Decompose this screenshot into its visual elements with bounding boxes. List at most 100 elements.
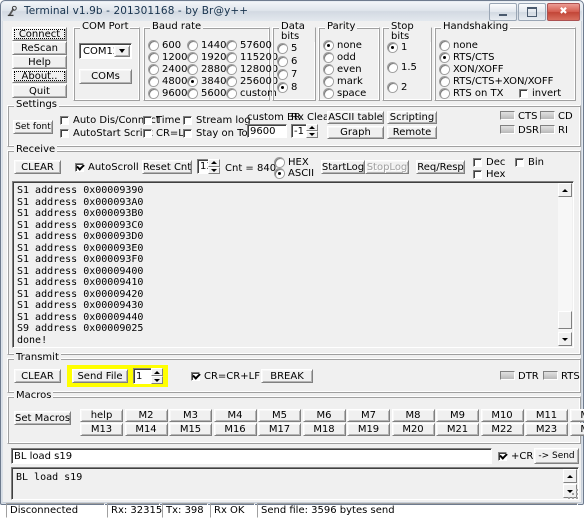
- macro-button-m5[interactable]: M5: [258, 409, 301, 422]
- autoscroll-checkbox[interactable]: AutoScroll: [75, 162, 139, 173]
- spin-up-icon[interactable]: [151, 368, 163, 376]
- handshake-rts-cts-xon-xoff[interactable]: RTS/CTS+XON/XOFF: [440, 76, 553, 87]
- resize-grip[interactable]: [566, 487, 578, 499]
- macro-button-m21[interactable]: M21: [436, 423, 479, 436]
- set-macros-button[interactable]: Set Macros: [14, 411, 71, 425]
- parity-even[interactable]: even: [324, 64, 362, 75]
- baud-57600[interactable]: 57600: [227, 40, 272, 51]
- macro-button-m17[interactable]: M17: [258, 423, 301, 436]
- baud-256000[interactable]: 256000: [227, 76, 278, 87]
- scroll-down-icon[interactable]: [558, 332, 572, 346]
- baud-128000[interactable]: 128000: [227, 64, 278, 75]
- parity-mark[interactable]: mark: [324, 76, 363, 87]
- ascii-table-button[interactable]: ASCII table: [327, 111, 384, 124]
- minimize-button[interactable]: [489, 3, 517, 21]
- macro-button-m23[interactable]: M23: [525, 423, 568, 436]
- handshake-none[interactable]: none: [440, 40, 478, 51]
- coms-button[interactable]: COMs: [79, 69, 132, 84]
- stopbits-2[interactable]: 2: [388, 82, 407, 93]
- rx-clear-spinner[interactable]: [306, 124, 318, 138]
- hex-checkbox[interactable]: Hex: [473, 169, 505, 180]
- macro-button-m16[interactable]: M16: [214, 423, 257, 436]
- repeat-spinner[interactable]: [151, 368, 163, 384]
- custom-br-input[interactable]: 9600: [247, 124, 287, 138]
- baud-4800[interactable]: 4800: [149, 76, 187, 87]
- remote-button[interactable]: Remote: [387, 126, 437, 139]
- quit-button[interactable]: Quit: [12, 84, 67, 98]
- invert-checkbox[interactable]: invert: [519, 88, 561, 99]
- time-checkbox[interactable]: Time: [143, 115, 180, 126]
- parity-none[interactable]: none: [324, 40, 362, 51]
- baud-2400[interactable]: 2400: [149, 64, 187, 75]
- spin-up-icon[interactable]: [208, 159, 220, 167]
- rescan-button[interactable]: ReScan: [12, 41, 67, 55]
- macro-button-m2[interactable]: M2: [125, 409, 168, 422]
- receive-scrollbar[interactable]: [558, 183, 572, 346]
- macro-button-m7[interactable]: M7: [347, 409, 390, 422]
- graph-button[interactable]: Graph: [327, 126, 384, 139]
- scripting-button[interactable]: Scripting: [387, 111, 437, 124]
- macro-button-m24[interactable]: M24: [570, 423, 584, 436]
- startlog-button[interactable]: StartLog: [321, 160, 365, 174]
- req-resp-button[interactable]: Req/Resp: [416, 160, 465, 174]
- scroll-up-icon[interactable]: [558, 183, 572, 197]
- baud-115200[interactable]: 115200: [227, 52, 278, 63]
- close-button[interactable]: ✖: [547, 3, 580, 21]
- parity-space[interactable]: space: [324, 88, 366, 99]
- scroll-up-icon[interactable]: [563, 469, 577, 483]
- macro-button-m3[interactable]: M3: [169, 409, 212, 422]
- receive-textarea[interactable]: S1 address 0x00009390 S1 address 0x00009…: [12, 181, 574, 348]
- chevron-down-icon[interactable]: [114, 45, 130, 57]
- cnt-spinner[interactable]: [208, 159, 220, 174]
- spin-up-icon[interactable]: [306, 124, 318, 131]
- set-font-button[interactable]: Set font: [13, 120, 53, 134]
- scrollbar-thumb[interactable]: [558, 311, 572, 329]
- reset-cnt-button[interactable]: Reset Cnt: [142, 160, 192, 174]
- macro-button-m15[interactable]: M15: [169, 423, 212, 436]
- maximize-button[interactable]: [518, 3, 546, 21]
- baud-custom[interactable]: custom: [227, 88, 277, 99]
- spin-down-icon[interactable]: [151, 376, 163, 384]
- macro-button-m10[interactable]: M10: [481, 409, 524, 422]
- macro-button-m18[interactable]: M18: [303, 423, 346, 436]
- append-cr-checkbox[interactable]: +CR: [498, 451, 533, 462]
- handshake-rts-on-tx[interactable]: RTS on TX: [440, 88, 503, 99]
- macro-button-m12[interactable]: M12: [570, 409, 584, 422]
- transmit-clear-button[interactable]: CLEAR: [14, 369, 61, 383]
- macro-button-m8[interactable]: M8: [392, 409, 435, 422]
- databits-6[interactable]: 6: [278, 56, 297, 67]
- receive-mode-ascii[interactable]: ASCII: [275, 168, 314, 179]
- cr-crlf-checkbox[interactable]: CR=CR+LF: [191, 371, 260, 382]
- macro-button-m20[interactable]: M20: [392, 423, 435, 436]
- handshake-xon-xoff[interactable]: XON/XOFF: [440, 64, 504, 75]
- baud-600[interactable]: 600: [149, 40, 181, 51]
- com-port-select[interactable]: COM12: [79, 43, 132, 59]
- stoplog-button[interactable]: StopLog: [365, 160, 409, 174]
- receive-clear-button[interactable]: CLEAR: [14, 160, 61, 174]
- macro-button-m4[interactable]: M4: [214, 409, 257, 422]
- autostart-script-checkbox[interactable]: AutoStart Script: [60, 128, 153, 139]
- command-input[interactable]: BL load s19: [11, 448, 492, 464]
- break-button[interactable]: BREAK: [261, 369, 313, 383]
- receive-mode-hex[interactable]: HEX: [275, 157, 309, 168]
- send-button[interactable]: -> Send: [534, 448, 579, 464]
- connect-button[interactable]: Connect: [12, 27, 67, 41]
- stay-on-top-checkbox[interactable]: Stay on Top: [183, 128, 254, 139]
- stream-log-checkbox[interactable]: Stream log: [183, 115, 251, 126]
- macro-button-help[interactable]: help: [80, 409, 123, 422]
- macro-button-m9[interactable]: M9: [436, 409, 479, 422]
- macro-button-m19[interactable]: M19: [347, 423, 390, 436]
- databits-8[interactable]: 8: [278, 82, 297, 93]
- handshake-rts-cts[interactable]: RTS/CTS: [440, 52, 494, 63]
- stopbits-1[interactable]: 1: [388, 42, 407, 53]
- macro-button-m6[interactable]: M6: [303, 409, 346, 422]
- spin-down-icon[interactable]: [306, 131, 318, 138]
- help-button[interactable]: Help: [12, 55, 67, 69]
- baud-1200[interactable]: 1200: [149, 52, 187, 63]
- macro-button-m22[interactable]: M22: [481, 423, 524, 436]
- macro-button-m14[interactable]: M14: [125, 423, 168, 436]
- dec-checkbox[interactable]: Dec: [473, 157, 505, 168]
- macro-button-m13[interactable]: M13: [80, 423, 123, 436]
- bin-checkbox[interactable]: Bin: [515, 157, 544, 168]
- databits-7[interactable]: 7: [278, 69, 297, 80]
